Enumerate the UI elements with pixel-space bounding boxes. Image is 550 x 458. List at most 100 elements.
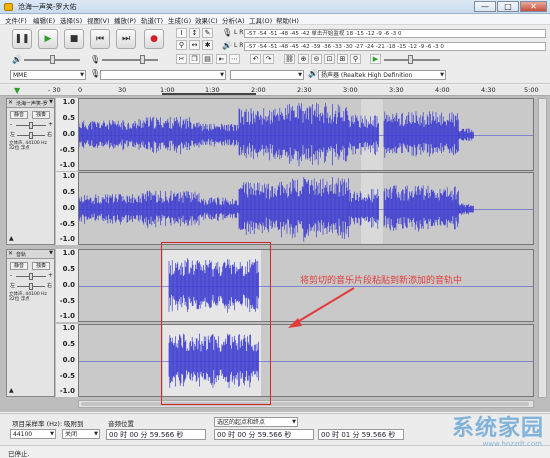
gain-slider-thumb[interactable] xyxy=(29,273,33,280)
track2-name[interactable]: 音轨 xyxy=(16,251,26,258)
track2-control-panel[interactable]: ✕ 音轨 ▼ 静音 独奏 - + 左 右 立体声, 44100 Hz 32位 浮… xyxy=(6,249,55,397)
gain-plus-label: + xyxy=(48,121,54,128)
audio-host-value: MME xyxy=(13,72,28,79)
track2-header[interactable]: ✕ 音轨 ▼ xyxy=(7,250,54,259)
pan-slider-thumb[interactable] xyxy=(29,132,33,139)
vertical-scrollbar[interactable] xyxy=(538,98,547,398)
menu-tools[interactable]: 工具(O) xyxy=(249,15,272,25)
menu-play[interactable]: 播放(P) xyxy=(114,15,136,25)
record-meter[interactable]: -57 -54 -51 -48 -45 -42 单击开始监视 18 -15 -1… xyxy=(244,29,546,38)
menu-effect[interactable]: 效果(C) xyxy=(195,15,218,25)
skip-end-button[interactable]: ⏭ xyxy=(116,29,136,49)
track1-waveform-left[interactable] xyxy=(78,98,534,171)
menu-generate[interactable]: 生成(G) xyxy=(168,15,191,25)
stop-icon: ■ xyxy=(69,34,79,44)
gain-slider-thumb[interactable] xyxy=(29,122,33,129)
track2-info: 立体声, 44100 Hz 32位 浮点 xyxy=(9,292,47,302)
input-channels-select[interactable]: ▼ xyxy=(230,70,304,80)
app-icon xyxy=(4,3,13,11)
cut-button[interactable]: ✂ xyxy=(176,54,187,64)
paste-button[interactable]: ▤ xyxy=(202,54,213,64)
menu-analyze[interactable]: 分析(A) xyxy=(222,15,245,25)
zoom-toggle-button[interactable]: ⚲ xyxy=(350,54,361,64)
solo-button[interactable]: 独奏 xyxy=(32,262,50,270)
selection-mode-value: 选区的起点和终点 xyxy=(217,419,266,426)
pause-button[interactable]: ❚❚ xyxy=(12,29,32,49)
scale-label: -0.5 xyxy=(59,372,75,380)
fit-selection-button[interactable]: ⊡ xyxy=(324,54,335,64)
record-button[interactable]: ● xyxy=(144,29,164,49)
mute-button[interactable]: 静音 xyxy=(10,111,28,119)
skip-start-icon: ⏮ xyxy=(95,34,105,44)
zoom-in-button[interactable]: ⊕ xyxy=(298,54,309,64)
minimize-button[interactable]: — xyxy=(474,1,496,12)
chevron-down-icon: ▼ xyxy=(49,250,53,256)
zoom-out-button[interactable]: ⊖ xyxy=(311,54,322,64)
scrollbar-thumb[interactable] xyxy=(81,402,529,406)
scale-label: -1.0 xyxy=(59,312,75,320)
gain-minus-label: - xyxy=(10,121,13,128)
menu-select[interactable]: 选择(S) xyxy=(60,15,82,25)
selection-tool-button[interactable]: I xyxy=(176,28,187,38)
menu-view[interactable]: 视图(V) xyxy=(87,15,110,25)
input-device-select[interactable]: ▼ xyxy=(100,70,226,80)
track1-control-panel[interactable]: ✕ 沧海一声笑-罗大佑 ▼ 静音 独奏 - + 左 右 立体声, 44100 H… xyxy=(6,98,55,245)
redo-button[interactable]: ↷ xyxy=(263,54,274,64)
selection-mode-select[interactable]: 选区的起点和终点 ▼ xyxy=(214,417,298,427)
fit-project-button[interactable]: ⊞ xyxy=(337,54,348,64)
scale-label: 1.0 xyxy=(62,324,75,332)
stop-button[interactable]: ■ xyxy=(64,29,84,49)
pan-slider-thumb[interactable] xyxy=(29,283,33,290)
timeline-ruler[interactable]: ▼ - 30 0 30 1:00 1:30 2:00 2:30 3:00 3:3… xyxy=(0,85,550,96)
pause-icon: ❚❚ xyxy=(14,34,30,44)
title-bar: 沧海一声笑-罗大佑 — □ ✕ xyxy=(0,0,550,14)
zoom-tool-button[interactable]: ⚲ xyxy=(176,40,187,50)
link-icon: ⛓ xyxy=(285,55,294,63)
horizontal-scrollbar[interactable] xyxy=(78,400,534,408)
collapse-icon[interactable]: ▲ xyxy=(9,235,14,242)
skip-start-button[interactable]: ⏮ xyxy=(90,29,110,49)
selection-end-field[interactable]: 00 时 01 分 59.566 秒 xyxy=(318,429,404,440)
multi-tool-button[interactable]: ✱ xyxy=(202,40,213,50)
close-icon[interactable]: ✕ xyxy=(8,250,13,257)
timeshift-tool-button[interactable]: ↔ xyxy=(189,40,200,50)
record-volume-thumb[interactable] xyxy=(140,55,145,64)
play-at-speed-button[interactable]: ▶ xyxy=(370,54,381,64)
output-device-select[interactable]: 扬声器 (Realtek High Definition ▼ xyxy=(318,70,446,80)
playback-volume-thumb[interactable] xyxy=(50,55,55,64)
chevron-down-icon: ▼ xyxy=(94,431,98,437)
draw-tool-button[interactable]: ✎ xyxy=(202,28,213,38)
silence-button[interactable]: ⋯ xyxy=(229,54,240,64)
play-speed-thumb[interactable] xyxy=(408,55,413,64)
maximize-button[interactable]: □ xyxy=(497,1,519,12)
play-button[interactable]: ▶ xyxy=(38,29,58,49)
undo-button[interactable]: ↶ xyxy=(250,54,261,64)
record-volume-slider[interactable] xyxy=(102,59,158,61)
solo-button[interactable]: 独奏 xyxy=(32,111,50,119)
snap-select[interactable]: 关闭 ▼ xyxy=(62,429,100,439)
close-button[interactable]: ✕ xyxy=(520,1,547,12)
selection-start-field[interactable]: 00 时 00 分 59.566 秒 xyxy=(214,429,314,440)
audio-position-field[interactable]: 00 时 00 分 59.566 秒 xyxy=(106,429,206,440)
speaker-volume-icon: 🔊 xyxy=(12,55,22,64)
envelope-tool-button[interactable]: ↕ xyxy=(189,28,200,38)
track1-name[interactable]: 沧海一声笑-罗大佑 xyxy=(16,100,48,107)
status-text: 已停止. xyxy=(8,450,30,458)
scale-label: -0.5 xyxy=(59,146,75,154)
menu-file[interactable]: 文件(F) xyxy=(5,15,27,25)
audio-host-select[interactable]: MME ▼ xyxy=(10,70,86,80)
copy-button[interactable]: ❐ xyxy=(189,54,200,64)
close-icon[interactable]: ✕ xyxy=(8,99,13,106)
project-rate-select[interactable]: 44100 ▼ xyxy=(10,429,56,439)
sync-lock-button[interactable]: ⛓ xyxy=(284,54,295,64)
track1-waveform-right[interactable] xyxy=(78,172,534,245)
menu-tracks[interactable]: 轨道(T) xyxy=(141,15,163,25)
chevron-down-icon: ▼ xyxy=(49,99,53,105)
trim-button[interactable]: ⇤ xyxy=(216,54,227,64)
menu-edit[interactable]: 编辑(E) xyxy=(33,15,55,25)
menu-help[interactable]: 帮助(H) xyxy=(276,15,299,25)
collapse-icon[interactable]: ▲ xyxy=(9,387,14,394)
track1-header[interactable]: ✕ 沧海一声笑-罗大佑 ▼ xyxy=(7,99,54,108)
mute-button[interactable]: 静音 xyxy=(10,262,28,270)
play-meter[interactable]: -57 -54 -51 -48 -45 -42 -39 -36 -33 -30 … xyxy=(244,42,546,51)
